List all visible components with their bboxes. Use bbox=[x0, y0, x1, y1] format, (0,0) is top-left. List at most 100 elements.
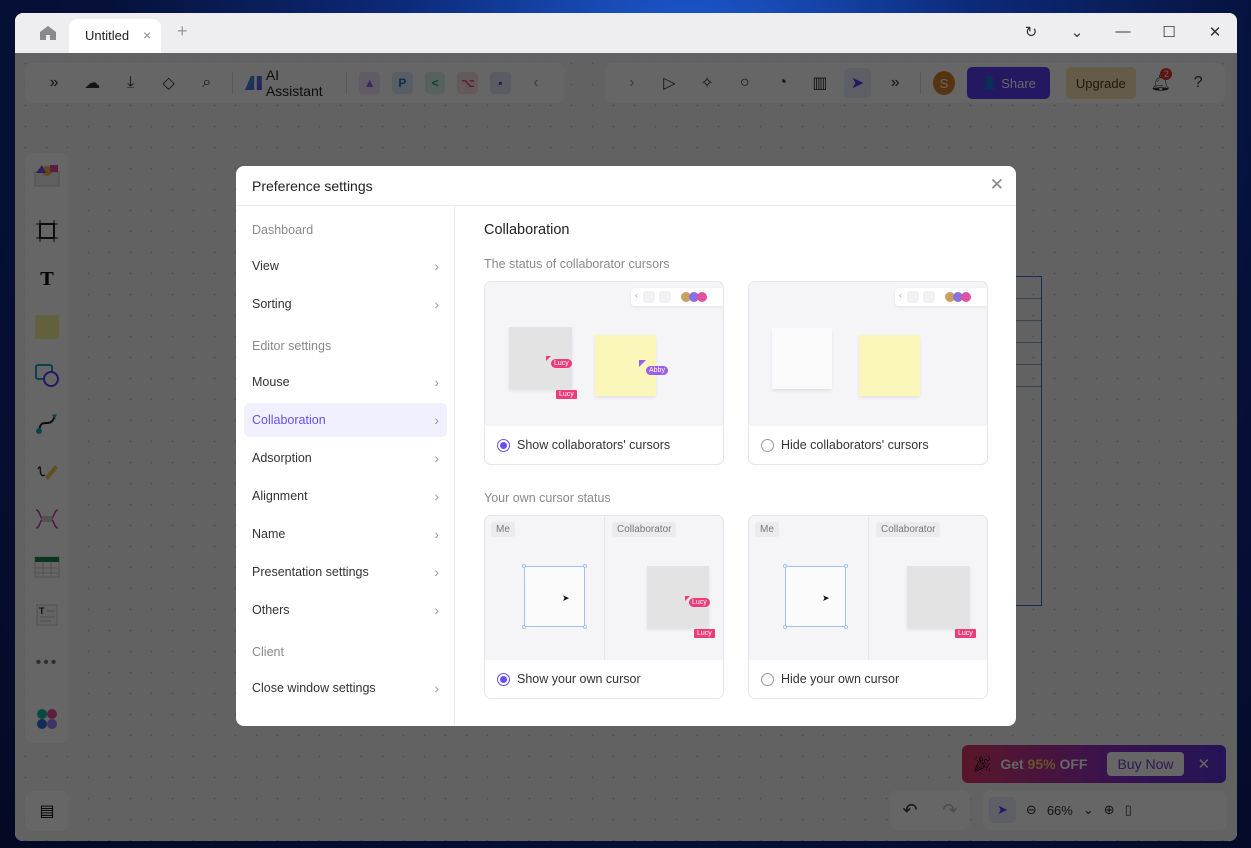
nav-item-label: Sorting bbox=[252, 297, 292, 311]
nav-item-alignment[interactable]: Alignment › bbox=[244, 479, 447, 513]
option-card-hide-own-cursor[interactable]: Me ➤ Collaborator Lucy Hide your own cur… bbox=[748, 515, 988, 699]
settings-content: Collaboration The status of collaborator… bbox=[456, 206, 1016, 726]
mouse-pointer-icon: ➤ bbox=[562, 593, 570, 603]
chevron-right-icon: › bbox=[434, 450, 439, 466]
pane-collaborator: Collaborator Lucy Lucy bbox=[606, 516, 723, 660]
pane-label: Me bbox=[755, 522, 779, 537]
mouse-pointer-icon: ➤ bbox=[822, 593, 830, 603]
radio-unchecked[interactable] bbox=[761, 438, 774, 452]
nav-item-adsorption[interactable]: Adsorption › bbox=[244, 441, 447, 475]
nav-item-view[interactable]: View › bbox=[244, 249, 447, 283]
nav-item-close-window-settings[interactable]: Close window settings › bbox=[244, 671, 447, 705]
mini-button bbox=[923, 291, 935, 303]
nav-group-dashboard: Dashboard bbox=[252, 223, 314, 237]
close-icon[interactable]: ✕ bbox=[990, 175, 1004, 195]
chevron-right-icon: › bbox=[434, 412, 439, 428]
refresh-icon[interactable]: ↻ bbox=[1021, 23, 1041, 41]
radio-option[interactable]: Hide collaborators' cursors bbox=[749, 426, 987, 464]
nav-item-label: Collaboration bbox=[252, 413, 326, 427]
selection-name-tag: Lucy bbox=[694, 629, 715, 638]
resize-handle bbox=[522, 625, 526, 629]
settings-nav: Dashboard View › Sorting › Editor settings… bbox=[236, 206, 455, 726]
avatar bbox=[697, 292, 707, 302]
mini-toolbar: ‹ bbox=[631, 288, 723, 306]
radio-checked[interactable] bbox=[497, 438, 510, 452]
nav-item-name[interactable]: Name › bbox=[244, 517, 447, 551]
radio-unchecked[interactable] bbox=[761, 672, 774, 686]
nav-item-collaboration[interactable]: Collaboration › bbox=[244, 403, 447, 437]
pane-label: Collaborator bbox=[876, 522, 941, 537]
nav-item-label: Name bbox=[252, 527, 286, 541]
radio-option[interactable]: Hide your own cursor bbox=[749, 660, 987, 698]
radio-option[interactable]: Show collaborators' cursors bbox=[485, 426, 723, 464]
nav-item-label: Adsorption bbox=[252, 451, 312, 465]
home-icon[interactable] bbox=[39, 25, 57, 41]
selected-shape: ➤ bbox=[783, 564, 848, 629]
pane-label: Collaborator bbox=[612, 522, 677, 537]
nav-group-client: Client bbox=[252, 645, 284, 659]
option-label: Hide your own cursor bbox=[781, 672, 900, 686]
cursor-icon bbox=[639, 360, 646, 367]
option-card-hide-collaborator-cursors[interactable]: ‹ Hide collaborators' cursors bbox=[748, 281, 988, 465]
preference-settings-dialog: Preference settings ✕ Dashboard View › So… bbox=[236, 166, 1016, 726]
mini-button bbox=[643, 291, 655, 303]
dialog-title: Preference settings bbox=[252, 178, 373, 194]
tab-close-icon[interactable]: × bbox=[143, 27, 151, 43]
chevron-right-icon: › bbox=[434, 488, 439, 504]
radio-option[interactable]: Show your own cursor bbox=[485, 660, 723, 698]
option-label: Show collaborators' cursors bbox=[517, 438, 671, 452]
option-card-show-collaborator-cursors[interactable]: ‹ Lucy Lucy Abby Show collaborators' cur… bbox=[484, 281, 724, 465]
preview-sticky-note bbox=[595, 335, 656, 396]
pane-me: Me ➤ bbox=[749, 516, 869, 660]
collaborator-cursors-subtitle: The status of collaborator cursors bbox=[484, 257, 670, 271]
chevron-left-icon: ‹ bbox=[635, 290, 638, 300]
preview-sticky-note bbox=[859, 335, 920, 396]
option-label: Show your own cursor bbox=[517, 672, 641, 686]
nav-item-label: Close window settings bbox=[252, 681, 376, 695]
chevron-right-icon: › bbox=[434, 296, 439, 312]
cursor-icon bbox=[546, 356, 551, 361]
mini-button bbox=[907, 291, 919, 303]
option-card-show-own-cursor[interactable]: Me ➤ Collaborator Lucy Lucy Show your ow… bbox=[484, 515, 724, 699]
radio-checked[interactable] bbox=[497, 672, 510, 686]
chevron-right-icon: › bbox=[434, 680, 439, 696]
chevron-down-icon[interactable]: ⌄ bbox=[1067, 23, 1087, 41]
tab-untitled[interactable]: Untitled × bbox=[69, 19, 161, 53]
resize-handle bbox=[583, 625, 587, 629]
nav-item-sorting[interactable]: Sorting › bbox=[244, 287, 447, 321]
title-bar: Untitled × + ↻ ⌄ — ☐ ✕ bbox=[15, 13, 1237, 53]
preview-shape-grey bbox=[907, 566, 970, 628]
own-cursor-subtitle: Your own cursor status bbox=[484, 491, 611, 505]
chevron-right-icon: › bbox=[434, 602, 439, 618]
nav-item-others[interactable]: Others › bbox=[244, 593, 447, 627]
preview-show-collaborator-cursors: ‹ Lucy Lucy Abby bbox=[485, 282, 723, 426]
chevron-right-icon: › bbox=[434, 564, 439, 580]
nav-item-label: Alignment bbox=[252, 489, 308, 503]
preview-shape-white bbox=[772, 328, 832, 389]
chevron-right-icon: › bbox=[434, 374, 439, 390]
resize-handle bbox=[522, 564, 526, 568]
nav-item-mouse[interactable]: Mouse › bbox=[244, 365, 447, 399]
resize-handle bbox=[783, 625, 787, 629]
nav-group-editor: Editor settings bbox=[252, 339, 332, 353]
close-window-button[interactable]: ✕ bbox=[1205, 23, 1225, 41]
mini-button bbox=[659, 291, 671, 303]
maximize-button[interactable]: ☐ bbox=[1159, 23, 1179, 41]
cursor-name-tag: Lucy bbox=[689, 598, 710, 607]
nav-item-label: Presentation settings bbox=[252, 565, 369, 579]
resize-handle bbox=[844, 625, 848, 629]
new-tab-button[interactable]: + bbox=[177, 21, 188, 42]
resize-handle bbox=[783, 564, 787, 568]
resize-handle bbox=[583, 564, 587, 568]
selected-shape: ➤ bbox=[522, 564, 587, 629]
preview-show-own-cursor: Me ➤ Collaborator Lucy Lucy bbox=[485, 516, 723, 660]
preview-shape-grey bbox=[647, 566, 709, 628]
preview-hide-own-cursor: Me ➤ Collaborator Lucy bbox=[749, 516, 987, 660]
pane-me: Me ➤ bbox=[485, 516, 605, 660]
nav-item-label: Others bbox=[252, 603, 290, 617]
nav-item-label: View bbox=[252, 259, 279, 273]
nav-item-presentation-settings[interactable]: Presentation settings › bbox=[244, 555, 447, 589]
minimize-button[interactable]: — bbox=[1113, 23, 1133, 40]
avatar bbox=[961, 292, 971, 302]
selection-name-tag: Lucy bbox=[955, 629, 976, 638]
